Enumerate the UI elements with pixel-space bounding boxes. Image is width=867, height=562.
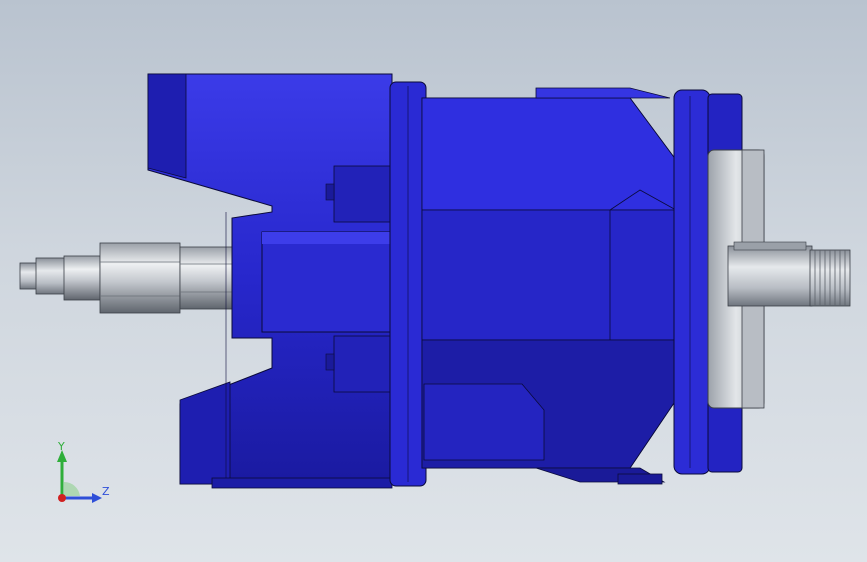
- fitting-sleeve: [35, 257, 67, 295]
- cad-viewport[interactable]: Y Z: [0, 0, 867, 562]
- drive-shaft-assembly[interactable]: [707, 149, 851, 409]
- y-axis-label: Y: [58, 440, 65, 453]
- triad-plane: [64, 481, 80, 496]
- shaft-spline: [809, 249, 851, 307]
- pump-housing[interactable]: [421, 87, 677, 485]
- control-boss: [261, 231, 391, 333]
- cover-flange: [389, 81, 427, 487]
- port-boss-upper: [333, 165, 391, 223]
- z-axis-arrow: [92, 493, 102, 503]
- fitting-large-nut: [99, 242, 181, 314]
- triad-origin: [58, 494, 66, 502]
- fitting-tip: [19, 262, 39, 290]
- control-fitting[interactable]: [19, 242, 267, 314]
- triad-axes: [57, 450, 102, 503]
- z-axis-label: Z: [102, 485, 110, 498]
- fitting-small-nut: [63, 255, 101, 301]
- lower-rib: [423, 383, 545, 461]
- port-boss-lower: [333, 335, 391, 393]
- hydraulic-pump-model[interactable]: [0, 0, 867, 562]
- drive-shaft: [727, 245, 813, 307]
- coordinate-triad: Y Z: [40, 436, 120, 516]
